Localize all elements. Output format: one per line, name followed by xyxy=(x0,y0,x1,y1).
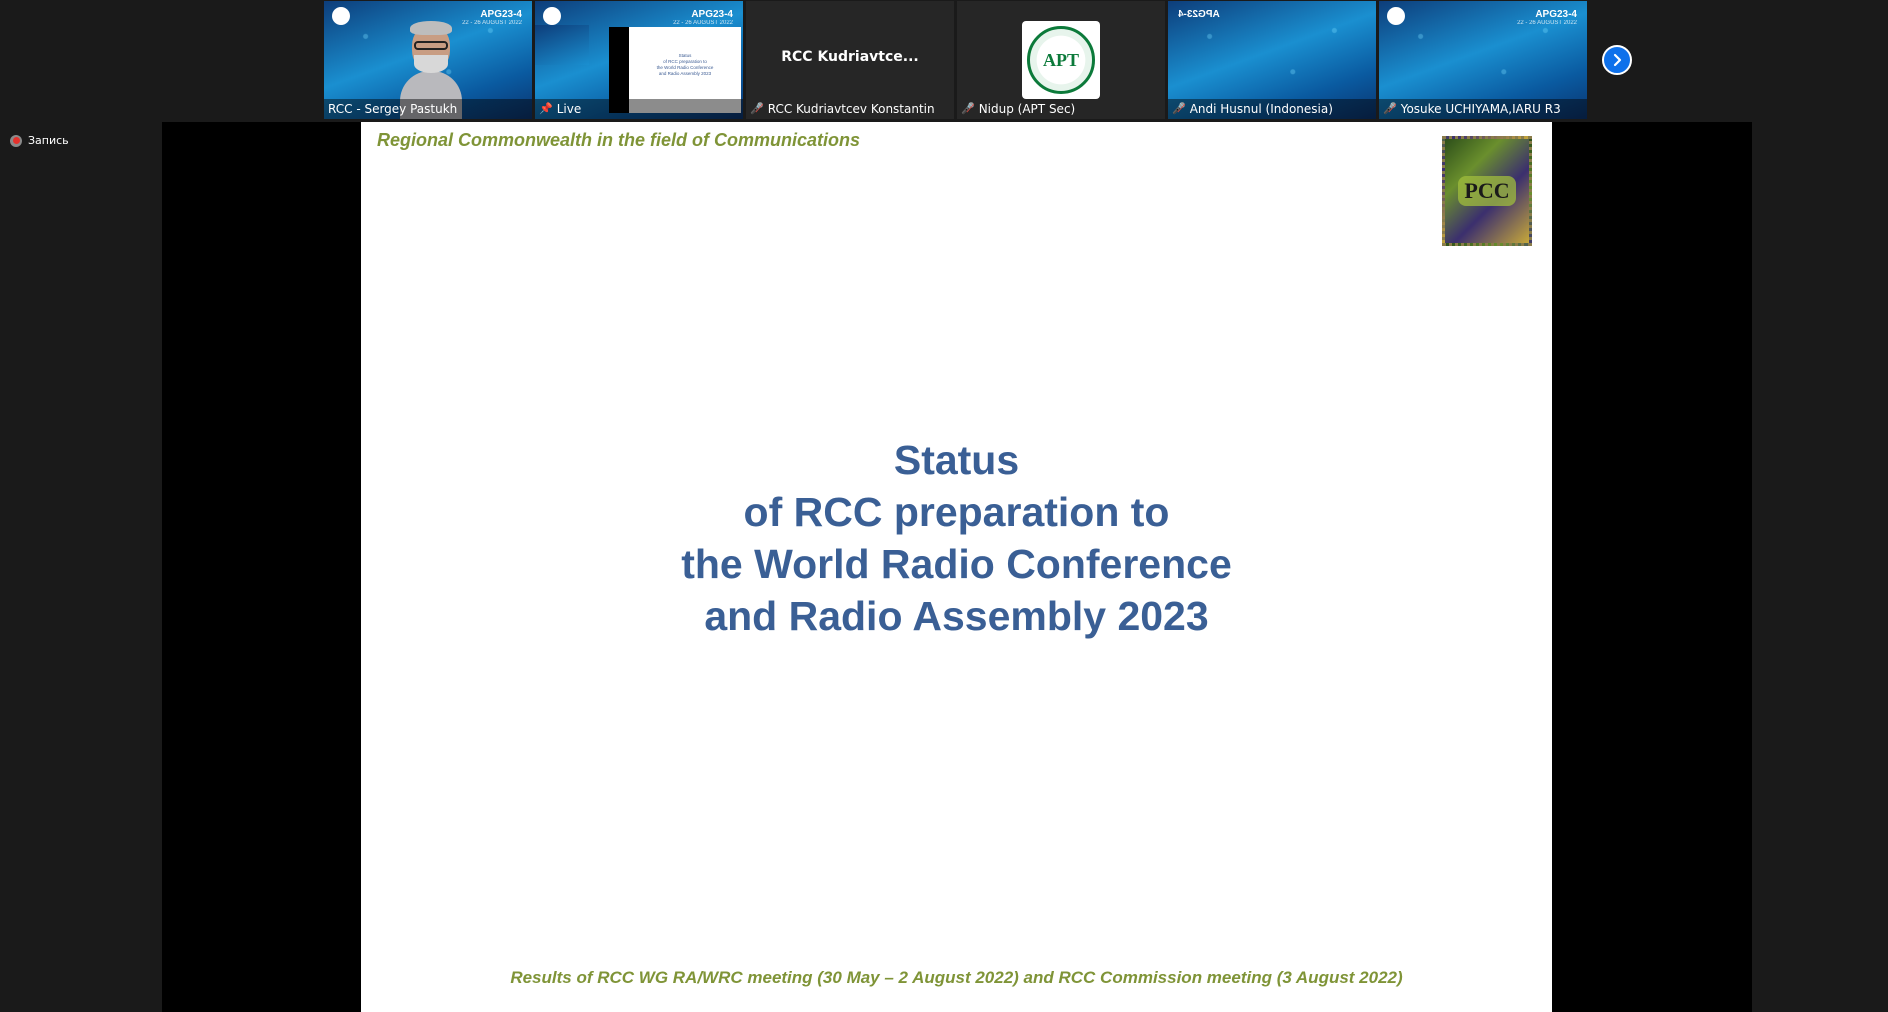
participant-tile-nidup[interactable]: APT 🎤̸ Nidup (APT Sec) xyxy=(957,1,1165,119)
slide-footer: Results of RCC WG RA/WRC meeting (30 May… xyxy=(510,968,1403,987)
participant-tile-sergey-pastukh[interactable]: APG23-4 22 - 26 AUGUST 2022 RCC - Sergey… xyxy=(324,1,532,119)
participant-tile-kudriavtcev[interactable]: RCC Kudriavtce... 🎤̸ RCC Kudriavtcev Kon… xyxy=(746,1,954,119)
participant-tile-yosuke-uchiyama[interactable]: APG23-4 22 - 26 AUGUST 2022 🎤̸ Yosuke UC… xyxy=(1379,1,1587,119)
event-badge: APG23-4 22 - 26 AUGUST 2022 xyxy=(1517,9,1577,26)
participant-name: 🎤̸ Andi Husnul (Indonesia) xyxy=(1168,99,1376,119)
participant-tile-andi-husnul[interactable]: APG23-4 🎤̸ Andi Husnul (Indonesia) xyxy=(1168,1,1376,119)
event-badge: APG23-4 xyxy=(1178,9,1220,20)
mic-muted-icon: 🎤̸ xyxy=(1172,102,1186,115)
apt-logo: APT xyxy=(1022,21,1100,99)
recording-indicator[interactable]: Запись xyxy=(10,134,69,147)
slide-title: Status of RCC preparation to the World R… xyxy=(681,437,1232,639)
shared-screen: Regional Commonwealth in the field of Co… xyxy=(162,122,1752,1012)
participant-name: 🎤̸ RCC Kudriavtcev Konstantin xyxy=(746,99,954,119)
rcc-stamp-logo: PCC xyxy=(1442,136,1532,246)
record-icon xyxy=(10,134,22,147)
participant-display-name: RCC Kudriavtce... xyxy=(781,49,919,65)
next-page-button[interactable] xyxy=(1602,45,1632,75)
participant-name: 🎤̸ Nidup (APT Sec) xyxy=(957,99,1165,119)
event-badge: APG23-4 22 - 26 AUGUST 2022 xyxy=(673,9,733,26)
mic-muted-icon: 🎤̸ xyxy=(961,102,975,115)
apt-logo-icon xyxy=(1387,7,1405,25)
event-badge: APG23-4 22 - 26 AUGUST 2022 xyxy=(462,9,522,26)
apt-logo-icon xyxy=(543,7,561,25)
rcc-logo-icon xyxy=(332,7,350,25)
mic-muted-icon: 🎤̸ xyxy=(1383,102,1397,115)
chevron-right-icon xyxy=(1613,53,1622,67)
participant-name: 🎤̸ Yosuke UCHIYAMA,IARU R3 xyxy=(1379,99,1587,119)
presentation-slide: Regional Commonwealth in the field of Co… xyxy=(361,122,1552,1012)
pin-icon: 📌 xyxy=(539,102,553,115)
mini-speaker-thumbnail xyxy=(535,25,589,65)
slide-header: Regional Commonwealth in the field of Co… xyxy=(377,130,861,150)
mic-muted-icon: 🎤̸ xyxy=(750,102,764,115)
participant-tile-live[interactable]: APG23-4 22 - 26 AUGUST 2022 Status of RC… xyxy=(535,1,743,119)
recording-label: Запись xyxy=(28,134,69,147)
participant-name: RCC - Sergey Pastukh xyxy=(324,99,532,119)
participant-name: 📌 Live xyxy=(535,99,743,119)
